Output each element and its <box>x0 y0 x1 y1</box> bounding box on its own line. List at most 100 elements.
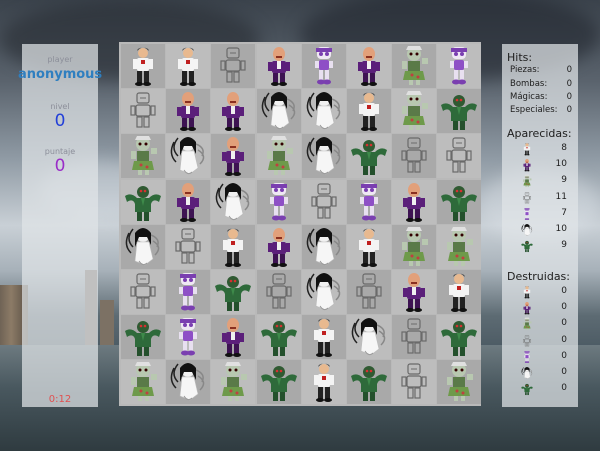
board-cell[interactable] <box>437 89 482 134</box>
count-row: 0 <box>520 334 572 348</box>
board-cell[interactable] <box>301 89 346 134</box>
board-cell[interactable] <box>121 44 165 88</box>
board-cell[interactable] <box>437 134 482 179</box>
board-cell[interactable] <box>392 360 437 405</box>
count-value: 11 <box>555 191 567 202</box>
bald-man-purple-suit-icon <box>520 301 534 315</box>
board-cell[interactable] <box>211 224 256 269</box>
timer: 0:12 <box>48 394 72 405</box>
appeared-title: Aparecidas: <box>507 127 572 140</box>
board-cell[interactable] <box>256 134 301 179</box>
board-cell[interactable] <box>166 134 211 179</box>
purple-robot-icon <box>520 350 534 364</box>
gray-robot-icon <box>520 191 534 205</box>
board-cell[interactable] <box>211 270 256 314</box>
purple-robot-icon <box>520 207 534 221</box>
board-cell[interactable] <box>392 89 437 134</box>
count-value: 0 <box>561 286 567 296</box>
board-cell[interactable] <box>211 179 256 224</box>
board-cell[interactable] <box>437 179 482 224</box>
player-name: anonymous <box>18 67 103 82</box>
board-cell[interactable] <box>392 44 437 88</box>
board-cell[interactable] <box>121 315 165 360</box>
board-cell[interactable] <box>437 360 482 405</box>
board-cell[interactable] <box>166 315 211 360</box>
board-cell[interactable] <box>392 179 437 224</box>
hits-title: Hits: <box>507 51 533 64</box>
board-cell[interactable] <box>256 270 301 314</box>
board-cell[interactable] <box>121 224 165 269</box>
board-cell[interactable] <box>437 224 482 269</box>
board-cell[interactable] <box>347 134 391 179</box>
board-cell[interactable] <box>166 270 211 314</box>
count-row: 9 <box>520 239 572 253</box>
board-cell[interactable] <box>256 44 301 88</box>
board-cell[interactable] <box>347 44 391 88</box>
board-cell[interactable] <box>121 89 165 134</box>
count-row: 10 <box>520 223 572 237</box>
board-cell[interactable] <box>437 270 482 314</box>
board-cell[interactable] <box>301 179 346 224</box>
board-cell[interactable] <box>211 44 256 88</box>
board-cell[interactable] <box>301 270 346 314</box>
board-cell[interactable] <box>256 179 301 224</box>
hits-value: 0 <box>566 92 572 102</box>
board-cell[interactable] <box>392 134 437 179</box>
score-value: 0 <box>54 156 66 176</box>
bald-man-purple-suit-icon <box>520 158 534 172</box>
board-cell[interactable] <box>256 360 301 405</box>
board-cell[interactable] <box>301 224 346 269</box>
board-cell[interactable] <box>166 44 211 88</box>
board-cell[interactable] <box>392 270 437 314</box>
player-panel: player anonymous nivel 0 puntaje 0 0:12 <box>18 44 102 407</box>
board-cell[interactable] <box>166 224 211 269</box>
board-cell[interactable] <box>437 44 482 88</box>
board-cell[interactable] <box>121 360 165 405</box>
hits-label: Mágicas: <box>510 92 548 102</box>
board-cell[interactable] <box>211 315 256 360</box>
green-monster-icon <box>520 239 534 253</box>
board-cell[interactable] <box>392 315 437 360</box>
board-cell[interactable] <box>347 315 391 360</box>
count-value: 10 <box>555 159 567 170</box>
count-value: 0 <box>561 302 567 313</box>
count-value: 9 <box>561 175 567 186</box>
board-cell[interactable] <box>437 315 482 360</box>
ghost-girl-icon <box>520 366 534 380</box>
count-row: 0 <box>520 301 572 315</box>
board-cell[interactable] <box>347 360 391 405</box>
board-cell[interactable] <box>347 270 391 314</box>
board-cell[interactable] <box>121 179 165 224</box>
count-value: 10 <box>555 224 567 234</box>
man-white-shirt-icon <box>520 142 534 156</box>
count-value: 0 <box>561 350 567 361</box>
board-cell[interactable] <box>256 224 301 269</box>
board-cell[interactable] <box>301 315 346 360</box>
board-cell[interactable] <box>256 315 301 360</box>
board-cell[interactable] <box>347 224 391 269</box>
board-cell[interactable] <box>392 224 437 269</box>
game-board[interactable] <box>119 42 482 406</box>
board-cell[interactable] <box>347 89 391 134</box>
board-cell[interactable] <box>121 270 165 314</box>
board-cell[interactable] <box>211 360 256 405</box>
count-row: 11 <box>520 191 572 205</box>
board-cell[interactable] <box>166 179 211 224</box>
board-cell[interactable] <box>301 134 346 179</box>
hits-value: 0 <box>566 105 572 115</box>
board-cell[interactable] <box>211 134 256 179</box>
hits-row: Piezas: 0 <box>510 65 572 75</box>
board-cell[interactable] <box>256 89 301 134</box>
player-label: player <box>47 55 73 64</box>
board-cell[interactable] <box>301 360 346 405</box>
hits-row: Especiales: 0 <box>510 105 572 115</box>
gray-robot-icon <box>520 334 534 348</box>
board-cell[interactable] <box>121 134 165 179</box>
board-cell[interactable] <box>301 44 346 88</box>
hits-label: Bombas: <box>510 79 548 89</box>
board-cell[interactable] <box>211 89 256 134</box>
board-cell[interactable] <box>166 89 211 134</box>
board-cell[interactable] <box>347 179 391 224</box>
board-cell[interactable] <box>166 360 211 405</box>
hits-row: Mágicas: 0 <box>510 92 572 102</box>
